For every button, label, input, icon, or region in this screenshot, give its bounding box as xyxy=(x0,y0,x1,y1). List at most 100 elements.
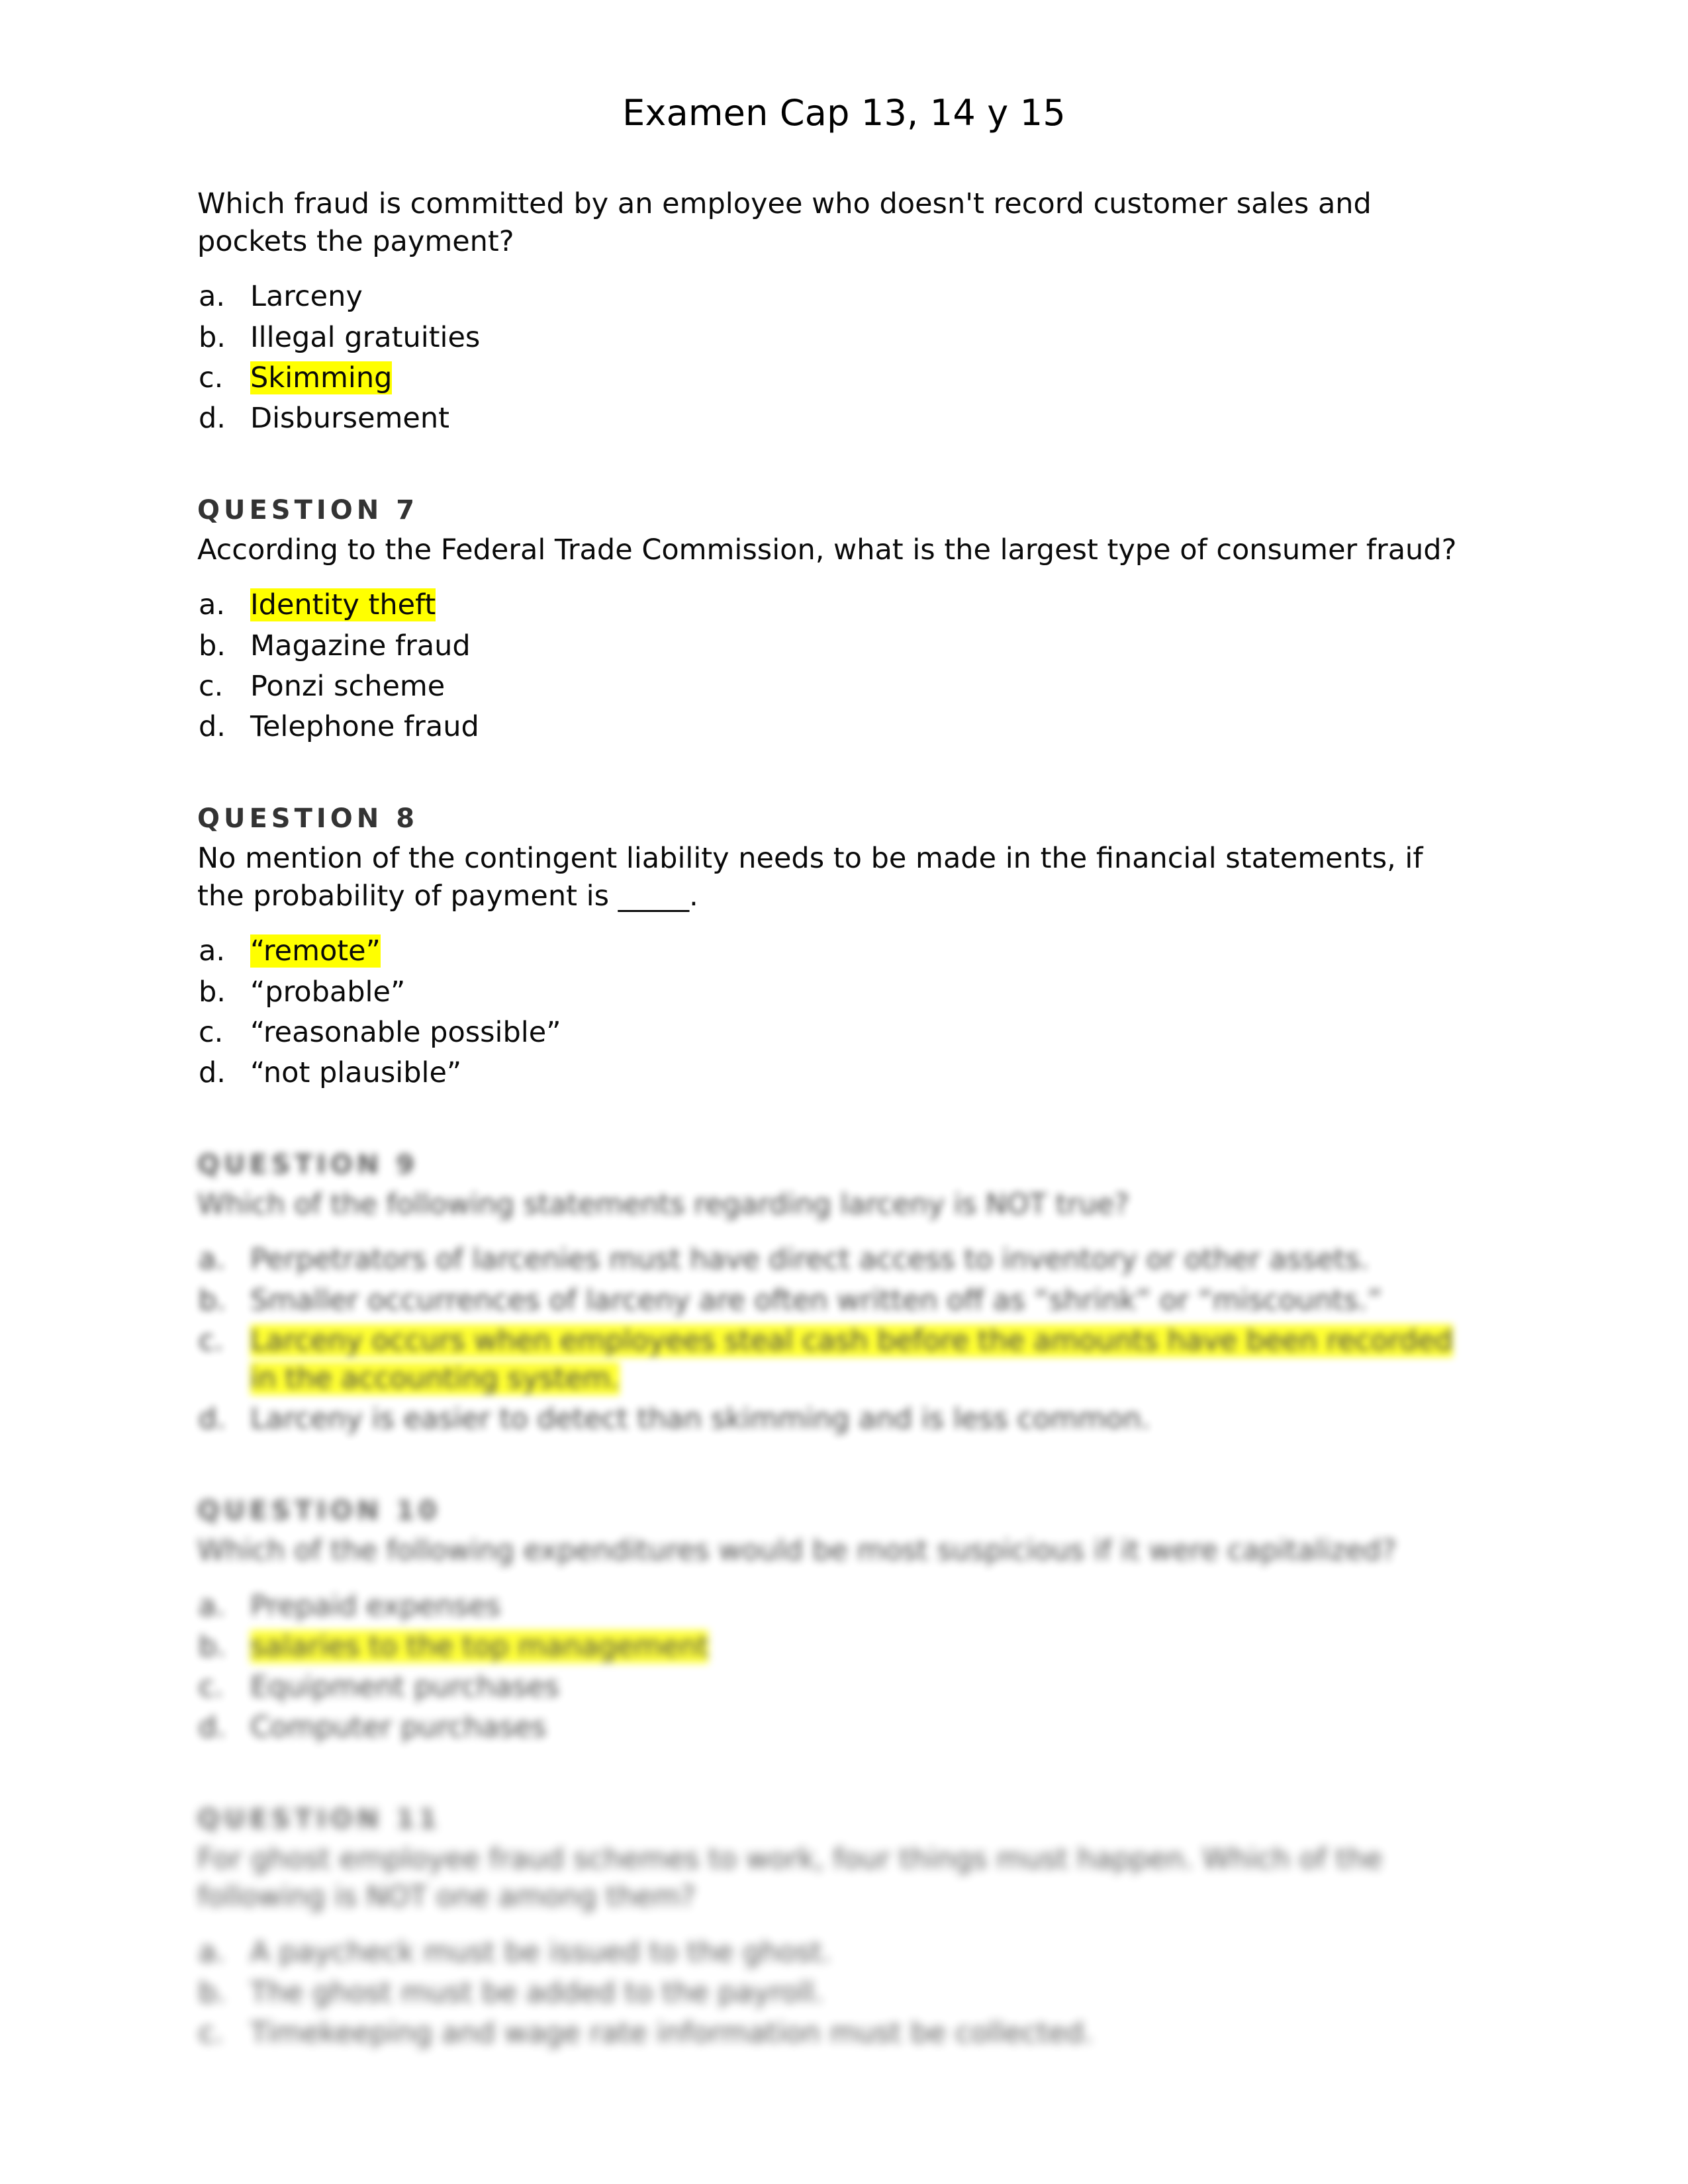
option-marker: d. xyxy=(199,401,226,435)
option-label: “reasonable possible” xyxy=(250,1015,561,1049)
option-label: “probable” xyxy=(250,975,406,1009)
option-marker: a. xyxy=(199,280,226,314)
option-label: Prepaid expenses xyxy=(250,1589,501,1623)
option-label-highlighted: “remote” xyxy=(250,934,381,968)
option-marker: b. xyxy=(199,975,226,1009)
option-item[interactable]: b. Magazine fraud xyxy=(197,627,1475,665)
question-block-9: QUESTION 9 Which of the following statem… xyxy=(197,1148,1475,1438)
question-heading: QUESTION 9 xyxy=(197,1150,419,1181)
question-stem: Which fraud is committed by an employee … xyxy=(197,187,1372,259)
option-item[interactable]: a. Identity theft xyxy=(197,586,1475,624)
option-label: “not plausible” xyxy=(250,1056,462,1089)
option-label: Ponzi scheme xyxy=(250,669,445,703)
option-list: a. Larceny b. Illegal gratuities c. Skimmin… xyxy=(197,278,1475,437)
question-stem: According to the Federal Trade Commissio… xyxy=(197,533,1457,567)
question-heading: QUESTION 11 xyxy=(197,1804,441,1835)
option-label: Larceny is easier to detect than skimmin… xyxy=(250,1402,1150,1436)
option-item[interactable]: c. Timekeeping and wage rate information … xyxy=(197,2015,1475,2052)
question-heading: QUESTION 8 xyxy=(197,803,419,835)
option-item[interactable]: c. Equipment purchases xyxy=(197,1668,1475,1706)
option-list: a. Perpetrators of larcenies must have di… xyxy=(197,1241,1475,1438)
document-content: Which fraud is committed by an employee … xyxy=(197,185,1475,2055)
option-label: Telephone fraud xyxy=(250,709,479,743)
option-item[interactable]: b. “probable” xyxy=(197,974,1475,1011)
option-item[interactable]: a. A paycheck must be issued to the ghost… xyxy=(197,1934,1475,1972)
option-item[interactable]: a. Larceny xyxy=(197,278,1475,316)
option-label-highlighted: salaries to the top management xyxy=(250,1629,709,1663)
question-block-7: QUESTION 7 According to the Federal Trad… xyxy=(197,493,1475,746)
option-marker: d. xyxy=(199,709,226,743)
option-label: Larceny xyxy=(250,280,363,314)
option-marker: c. xyxy=(199,361,224,394)
option-marker: c. xyxy=(199,1324,224,1357)
option-marker: c. xyxy=(199,2017,224,2050)
option-item[interactable]: a. Perpetrators of larcenies must have di… xyxy=(197,1241,1475,1279)
option-marker: d. xyxy=(199,1711,226,1745)
option-label-highlighted: Identity theft xyxy=(250,588,436,622)
question-stem: Which of the following expenditures woul… xyxy=(197,1534,1397,1568)
option-marker: a. xyxy=(199,1589,226,1623)
page-title: Examen Cap 13, 14 y 15 xyxy=(622,92,1066,134)
option-item[interactable]: a. Prepaid expenses xyxy=(197,1588,1475,1625)
question-stem: Which of the following statements regard… xyxy=(197,1188,1129,1222)
option-item[interactable]: c. Skimming xyxy=(197,359,1475,397)
option-list: a. A paycheck must be issued to the ghost… xyxy=(197,1934,1475,2053)
option-marker: b. xyxy=(199,320,226,354)
option-marker: c. xyxy=(199,1015,224,1049)
option-marker: d. xyxy=(199,1402,226,1436)
option-marker: b. xyxy=(199,1629,226,1663)
option-label-highlighted: Larceny occurs when employees steal cash… xyxy=(250,1324,1453,1395)
question-heading: QUESTION 7 xyxy=(197,495,419,526)
question-heading: QUESTION 10 xyxy=(197,1496,441,1527)
option-item[interactable]: d. Disbursement xyxy=(197,400,1475,437)
option-item[interactable]: b. The ghost must be added to the payroll… xyxy=(197,1974,1475,2012)
option-label: A paycheck must be issued to the ghost. xyxy=(250,1935,831,1969)
option-item[interactable]: d. Computer purchases xyxy=(197,1709,1475,1747)
option-marker: b. xyxy=(199,629,226,662)
option-label: Perpetrators of larcenies must have dire… xyxy=(250,1243,1370,1277)
option-marker: b. xyxy=(199,1283,226,1317)
option-item[interactable]: d. “not plausible” xyxy=(197,1054,1475,1092)
option-item[interactable]: c. “reasonable possible” xyxy=(197,1014,1475,1052)
question-block-11: QUESTION 11 For ghost employee fraud sch… xyxy=(197,1802,1475,2052)
question-stem: No mention of the contingent liability n… xyxy=(197,842,1423,913)
option-label: Illegal gratuities xyxy=(250,320,481,354)
option-list: a. Prepaid expenses b. salaries to the top… xyxy=(197,1588,1475,1747)
option-marker: b. xyxy=(199,1976,226,2009)
option-label: Magazine fraud xyxy=(250,629,471,662)
option-label: Disbursement xyxy=(250,401,449,435)
option-label-highlighted: Skimming xyxy=(250,361,393,394)
option-list: a. Identity theft b. Magazine fraud c. Ponz… xyxy=(197,586,1475,746)
question-block-6: Which fraud is committed by an employee … xyxy=(197,185,1475,437)
option-marker: c. xyxy=(199,1670,224,1704)
option-list: a. “remote” b. “probable” c. “reasonable po… xyxy=(197,933,1475,1092)
option-marker: d. xyxy=(199,1056,226,1089)
option-marker: a. xyxy=(199,588,226,622)
question-block-8: QUESTION 8 No mention of the contingent … xyxy=(197,801,1475,1092)
option-item[interactable]: b. Smaller occurrences of larceny are oft… xyxy=(197,1282,1475,1320)
option-marker: a. xyxy=(199,934,226,968)
document-page: Examen Cap 13, 14 y 15 Which fraud is co… xyxy=(0,0,1688,2184)
option-item[interactable]: b. salaries to the top management xyxy=(197,1628,1475,1666)
option-item[interactable]: c. Larceny occurs when employees steal ca… xyxy=(197,1322,1475,1398)
option-item[interactable]: c. Ponzi scheme xyxy=(197,668,1475,705)
option-item[interactable]: d. Larceny is easier to detect than skimm… xyxy=(197,1400,1475,1438)
option-label: Computer purchases xyxy=(250,1711,547,1745)
option-label: The ghost must be added to the payroll. xyxy=(250,1976,824,2009)
question-block-10: QUESTION 10 Which of the following expen… xyxy=(197,1494,1475,1747)
option-marker: a. xyxy=(199,1935,226,1969)
option-label: Equipment purchases xyxy=(250,1670,559,1704)
option-label: Timekeeping and wage rate information mu… xyxy=(250,2017,1094,2050)
option-label: Smaller occurrences of larceny are often… xyxy=(250,1283,1382,1317)
question-stem: For ghost employee fraud schemes to work… xyxy=(197,1843,1383,1914)
option-marker: a. xyxy=(199,1243,226,1277)
option-item[interactable]: b. Illegal gratuities xyxy=(197,319,1475,357)
option-marker: c. xyxy=(199,669,224,703)
option-item[interactable]: d. Telephone fraud xyxy=(197,708,1475,746)
option-item[interactable]: a. “remote” xyxy=(197,933,1475,970)
